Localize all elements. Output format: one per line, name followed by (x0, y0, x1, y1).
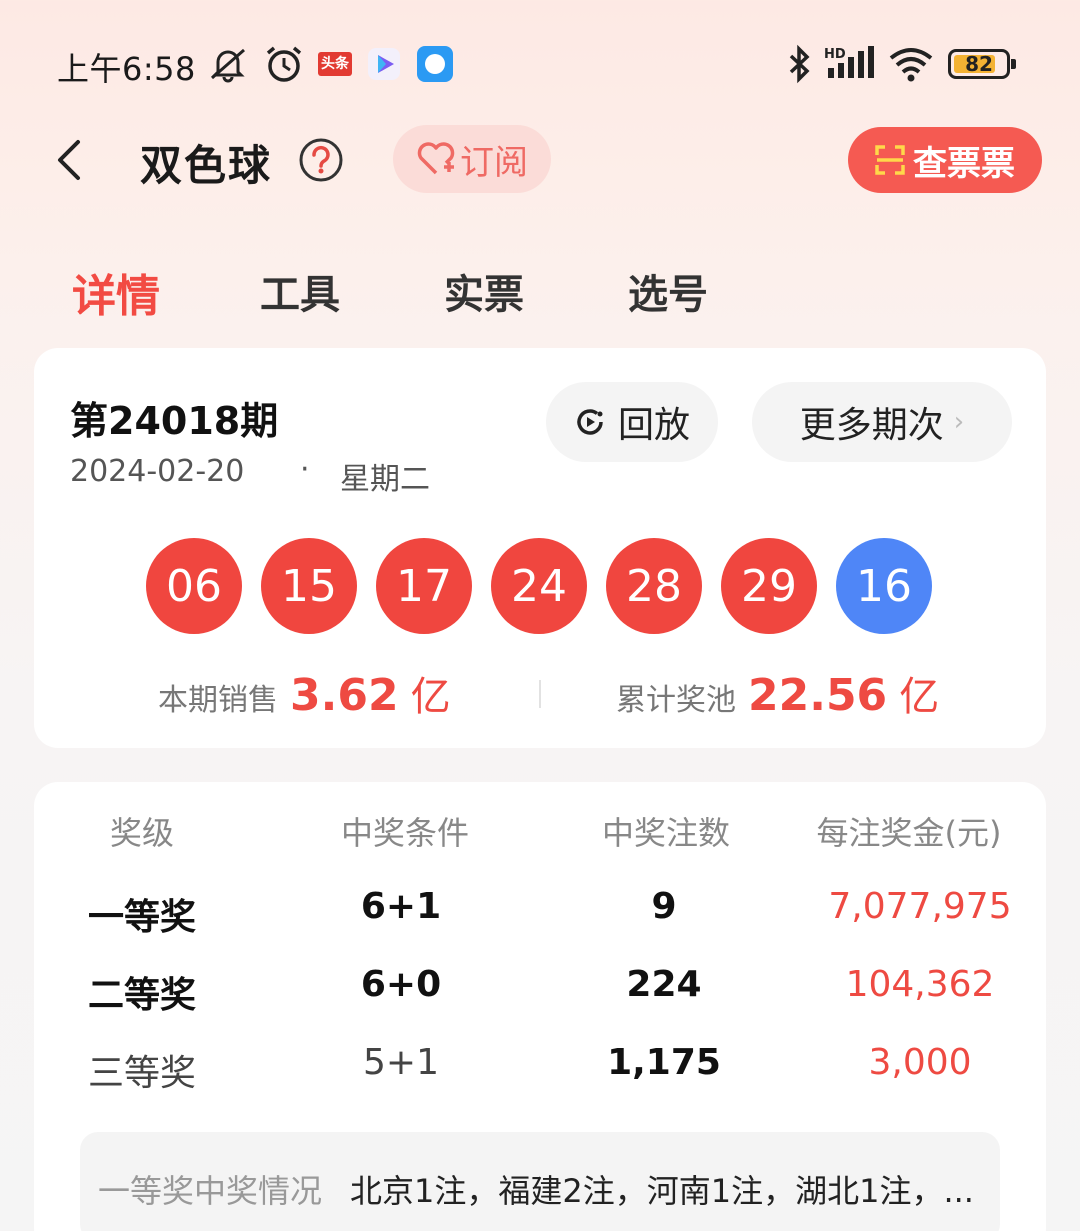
status-bar: 上午6:58 头条 HD 82 (0, 0, 1080, 120)
prize-condition: 6+0 (360, 964, 442, 1005)
pool-unit: 亿 (899, 674, 940, 720)
mute-icon (205, 44, 251, 84)
help-icon[interactable] (298, 137, 344, 183)
replay-button[interactable]: 回放 (546, 382, 718, 462)
prize-table-card: 奖级 中奖条件 中奖注数 每注奖金(元) 一等奖 6+1 9 7,077,975… (34, 782, 1046, 1231)
subscribe-button[interactable]: 订阅 (393, 125, 551, 193)
date-separator: · (300, 452, 310, 487)
prize-amount: 104,362 (845, 964, 995, 1005)
wifi-icon (886, 44, 936, 84)
header-prize-amount: 每注奖金(元) (816, 814, 1002, 852)
replay-label: 回放 (617, 405, 690, 446)
red-ball: 28 (606, 538, 702, 634)
first-prize-distribution-text: 北京1注，福建2注，河南1注，湖北1注，... (350, 1172, 974, 1210)
chat-app-icon (416, 44, 454, 84)
scan-icon (875, 145, 905, 175)
pool-value: 22.56 (748, 670, 888, 721)
winner-count: 1,175 (607, 1042, 721, 1083)
prize-amount: 3,000 (868, 1042, 972, 1083)
red-ball: 17 (376, 538, 472, 634)
tab-real-tickets[interactable]: 实票 (444, 262, 524, 320)
header-prize-level: 奖级 (109, 814, 174, 852)
divider (539, 680, 541, 708)
chevron-right-icon: › (953, 407, 965, 437)
prize-level: 一等奖 (87, 897, 196, 938)
toutiao-icon: 头条 (317, 44, 353, 84)
red-ball: 15 (261, 538, 357, 634)
battery-level: 82 (965, 52, 993, 76)
red-ball: 06 (146, 538, 242, 634)
more-issues-button[interactable]: 更多期次 › (752, 382, 1012, 462)
sales-info: 本期销售 3.62 亿 (158, 664, 451, 722)
winner-count: 224 (626, 964, 702, 1005)
check-ticket-button[interactable]: 查票票 (848, 127, 1042, 193)
winner-count: 9 (651, 886, 677, 927)
prize-condition: 6+1 (360, 886, 442, 927)
more-issues-label: 更多期次 (799, 405, 944, 446)
check-ticket-label: 查票票 (913, 143, 1015, 184)
first-prize-distribution-label: 一等奖中奖情况 (98, 1172, 323, 1210)
sales-value: 3.62 (290, 670, 399, 721)
header-winner-count: 中奖注数 (601, 814, 730, 852)
heart-plus-icon (417, 142, 455, 175)
alarm-icon (262, 44, 306, 84)
bluetooth-icon (785, 44, 815, 84)
first-prize-distribution[interactable]: 一等奖中奖情况 北京1注，福建2注，河南1注，湖北1注，... (80, 1132, 1000, 1231)
prize-level: 二等奖 (87, 975, 196, 1016)
subscribe-label: 订阅 (460, 142, 528, 183)
draw-result-card: 第24018期 2024-02-20 · 星期二 回放 更多期次 › 06 15… (34, 348, 1046, 748)
video-app-icon (366, 44, 402, 84)
red-ball: 29 (721, 538, 817, 634)
svg-text:HD: HD (824, 47, 846, 62)
prize-pool-info: 累计奖池 22.56 亿 (616, 664, 939, 722)
page-title: 双色球 (140, 141, 273, 190)
pool-label: 累计奖池 (616, 683, 736, 718)
tab-pick-numbers[interactable]: 选号 (628, 262, 708, 320)
battery-indicator: 82 (948, 49, 1016, 79)
back-button[interactable] (50, 138, 90, 182)
status-time: 上午6:58 (57, 50, 196, 88)
signal-icon: HD (824, 44, 878, 84)
header-condition: 中奖条件 (340, 814, 469, 852)
red-ball: 24 (491, 538, 587, 634)
prize-level: 三等奖 (87, 1053, 196, 1094)
tab-tools[interactable]: 工具 (260, 262, 340, 320)
tab-details[interactable]: 详情 (72, 260, 160, 324)
prize-condition: 5+1 (363, 1042, 439, 1083)
draw-weekday: 星期二 (340, 462, 430, 497)
issue-number: 第24018期 (70, 399, 279, 443)
replay-icon (577, 409, 603, 435)
draw-date: 2024-02-20 (70, 454, 245, 489)
sales-label: 本期销售 (158, 683, 278, 718)
sales-unit: 亿 (410, 674, 451, 720)
blue-ball: 16 (836, 538, 932, 634)
prize-amount: 7,077,975 (828, 886, 1012, 927)
